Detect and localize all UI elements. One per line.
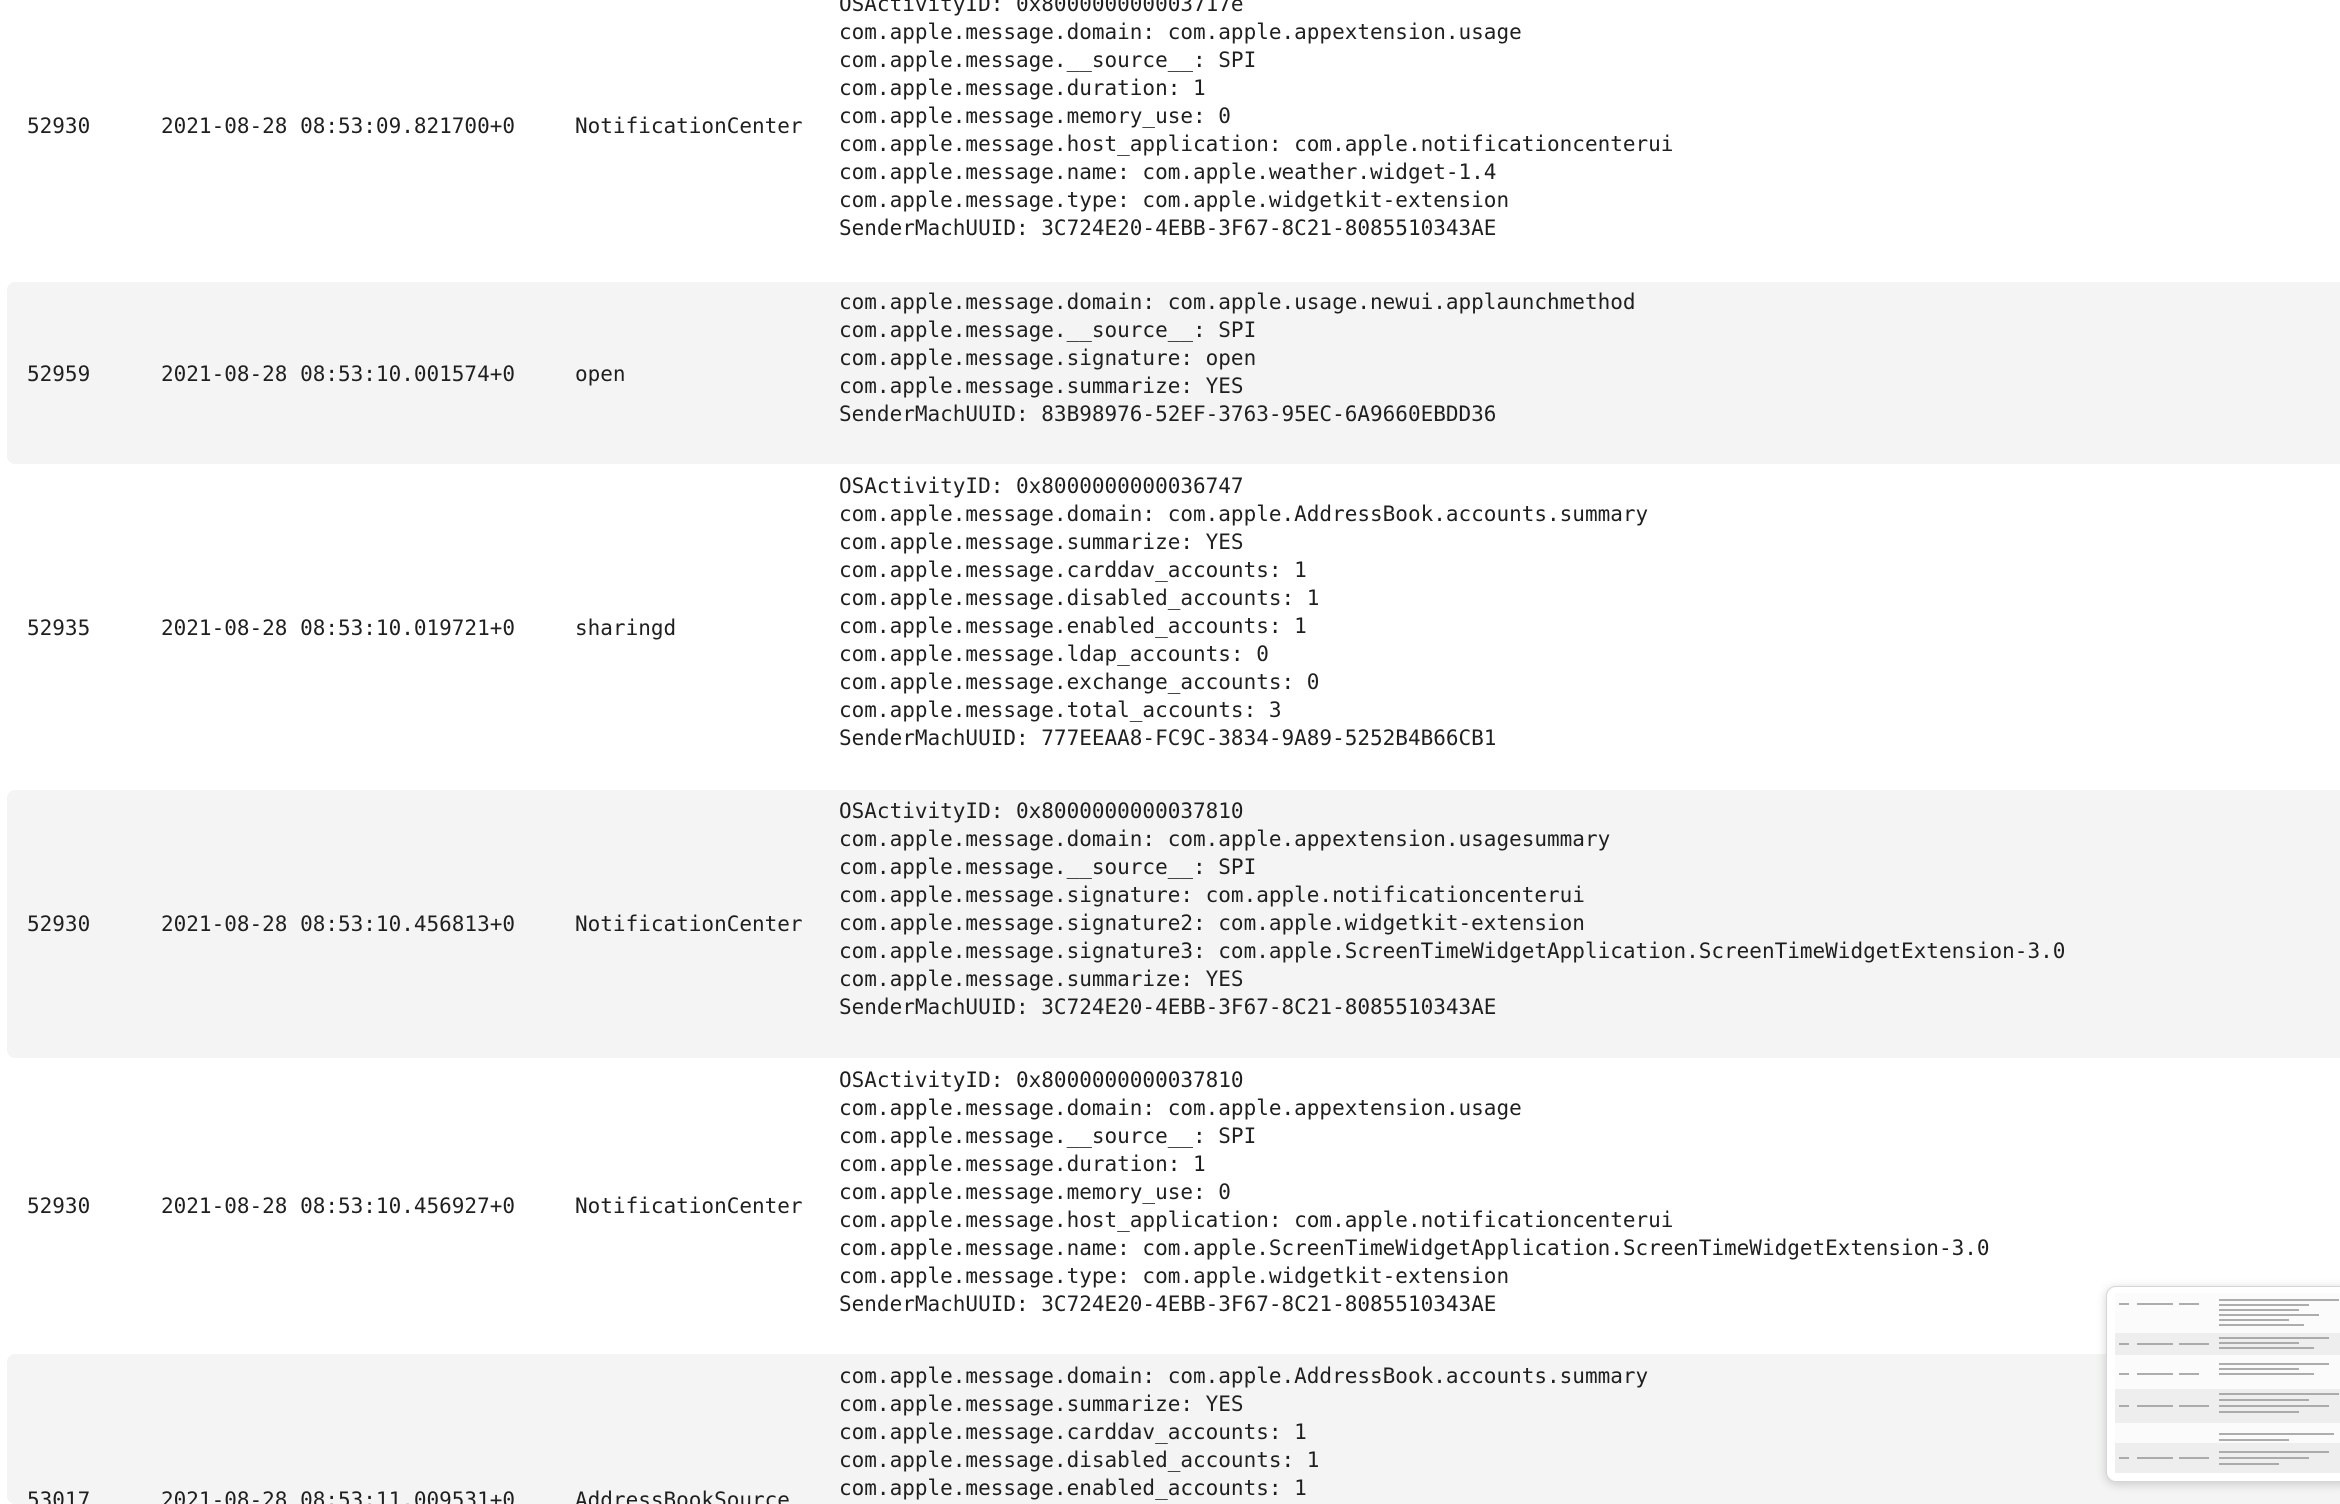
message-line: com.apple.message.domain: com.apple.Addr…: [839, 502, 1649, 527]
table-row[interactable]: 52935 2021-08-28 08:53:10.019721+0 shari…: [7, 466, 2340, 786]
pid-cell: 52930: [27, 912, 91, 936]
message-line: SenderMachUUID: 3C724E20-4EBB-3F67-8C21-…: [839, 995, 1497, 1020]
message-line: com.apple.message.name: com.apple.weathe…: [839, 160, 1497, 185]
timestamp-cell: 2021-08-28 08:53:10.456813+0: [161, 912, 516, 936]
pid-cell: 52959: [27, 362, 91, 386]
message-line: com.apple.message.total_accounts: 3: [839, 698, 1282, 723]
message-cell: OSActivityID: 0x800000000003717e com.app…: [839, 0, 2339, 242]
message-line: com.apple.message.duration: 1: [839, 1152, 1206, 1177]
table-row[interactable]: 52930 2021-08-28 08:53:10.456813+0 Notif…: [7, 790, 2340, 1058]
message-line: OSActivityID: 0x8000000000037810: [839, 799, 1244, 823]
timestamp-cell: 2021-08-28 08:53:10.001574+0: [161, 362, 516, 386]
message-cell: OSActivityID: 0x8000000000037810 com.app…: [839, 797, 2339, 1021]
table-row[interactable]: 52930 2021-08-28 08:53:10.456927+0 Notif…: [7, 1060, 2340, 1354]
message-line: com.apple.message.carddav_accounts: 1: [839, 558, 1307, 583]
message-line: com.apple.message.signature: com.apple.n…: [839, 883, 1585, 908]
pid-cell: 53017: [27, 1488, 91, 1504]
table-row[interactable]: 52959 2021-08-28 08:53:10.001574+0 open …: [7, 282, 2340, 464]
message-line: com.apple.message.signature3: com.apple.…: [839, 939, 2066, 964]
message-line: com.apple.message.disabled_accounts: 1: [839, 586, 1320, 611]
message-line: com.apple.message.memory_use: 0: [839, 104, 1231, 129]
window-preview-icon[interactable]: [2106, 1286, 2340, 1482]
message-line: com.apple.message.domain: com.apple.appe…: [839, 827, 1611, 852]
timestamp-cell: 2021-08-28 08:53:10.019721+0: [161, 616, 516, 640]
message-line: com.apple.message.exchange_accounts: 0: [839, 670, 1320, 695]
message-line: com.apple.message.memory_use: 0: [839, 1180, 1231, 1205]
message-line: SenderMachUUID: 777EEAA8-FC9C-3834-9A89-…: [839, 726, 1497, 751]
message-line: com.apple.message.ldap_accounts: 0: [839, 642, 1269, 667]
table-row[interactable]: 52930 2021-08-28 08:53:09.821700+0 Notif…: [7, 0, 2340, 256]
timestamp-cell: 2021-08-28 08:53:10.456927+0: [161, 1194, 516, 1218]
message-line: com.apple.message.host_application: com.…: [839, 132, 1674, 157]
message-line: OSActivityID: 0x8000000000036747: [839, 474, 1244, 498]
message-line: com.apple.message.domain: com.apple.usag…: [839, 290, 1636, 314]
process-cell: AddressBookSource: [575, 1488, 790, 1504]
message-line: com.apple.message.signature: open: [839, 346, 1257, 371]
message-line: com.apple.message.host_application: com.…: [839, 1208, 1674, 1233]
pid-cell: 52930: [27, 114, 91, 138]
pid-cell: 52930: [27, 1194, 91, 1218]
message-line: com.apple.message.duration: 1: [839, 76, 1206, 101]
process-cell: NotificationCenter: [575, 114, 803, 138]
message-line: OSActivityID: 0x8000000000037810: [839, 1068, 1244, 1092]
message-line: com.apple.message.enabled_accounts: 1: [839, 614, 1307, 639]
process-cell: open: [575, 362, 626, 386]
message-line: SenderMachUUID: 83B98976-52EF-3763-95EC-…: [839, 402, 1497, 427]
message-line: com.apple.message.summarize: YES: [839, 374, 1244, 399]
message-line: com.apple.message.domain: com.apple.appe…: [839, 20, 1522, 45]
process-cell: NotificationCenter: [575, 912, 803, 936]
message-cell: OSActivityID: 0x8000000000036747 com.app…: [839, 472, 2339, 752]
message-line: SenderMachUUID: 3C724E20-4EBB-3F67-8C21-…: [839, 216, 1497, 241]
message-line: com.apple.message.domain: com.apple.appe…: [839, 1096, 1522, 1121]
process-cell: NotificationCenter: [575, 1194, 803, 1218]
preview-content: [2115, 1293, 2340, 1473]
message-line: com.apple.message.summarize: YES: [839, 530, 1244, 555]
message-line: com.apple.message.__source__: SPI: [839, 1124, 1257, 1149]
message-line: com.apple.message.summarize: YES: [839, 967, 1244, 992]
message-line: com.apple.message.__source__: SPI: [839, 48, 1257, 73]
timestamp-cell: 2021-08-28 08:53:09.821700+0: [161, 114, 516, 138]
message-cell: com.apple.message.domain: com.apple.usag…: [839, 288, 2339, 428]
message-line: com.apple.message.__source__: SPI: [839, 318, 1257, 343]
message-line: com.apple.message.__source__: SPI: [839, 855, 1257, 880]
message-line: com.apple.message.type: com.apple.widget…: [839, 188, 1510, 213]
message-line: com.apple.message.name: com.apple.Screen…: [839, 1236, 1990, 1261]
process-cell: sharingd: [575, 616, 677, 640]
message-line: com.apple.message.signature2: com.apple.…: [839, 911, 1585, 936]
pid-cell: 52935: [27, 616, 91, 640]
message-line: OSActivityID: 0x800000000003717e: [839, 0, 1244, 16]
message-cell: OSActivityID: 0x8000000000037810 com.app…: [839, 1066, 2339, 1318]
table-row[interactable]: 53017 2021-08-28 08:53:11.009531+0 Addre…: [7, 1354, 2340, 1504]
timestamp-cell: 2021-08-28 08:53:11.009531+0: [161, 1488, 516, 1504]
